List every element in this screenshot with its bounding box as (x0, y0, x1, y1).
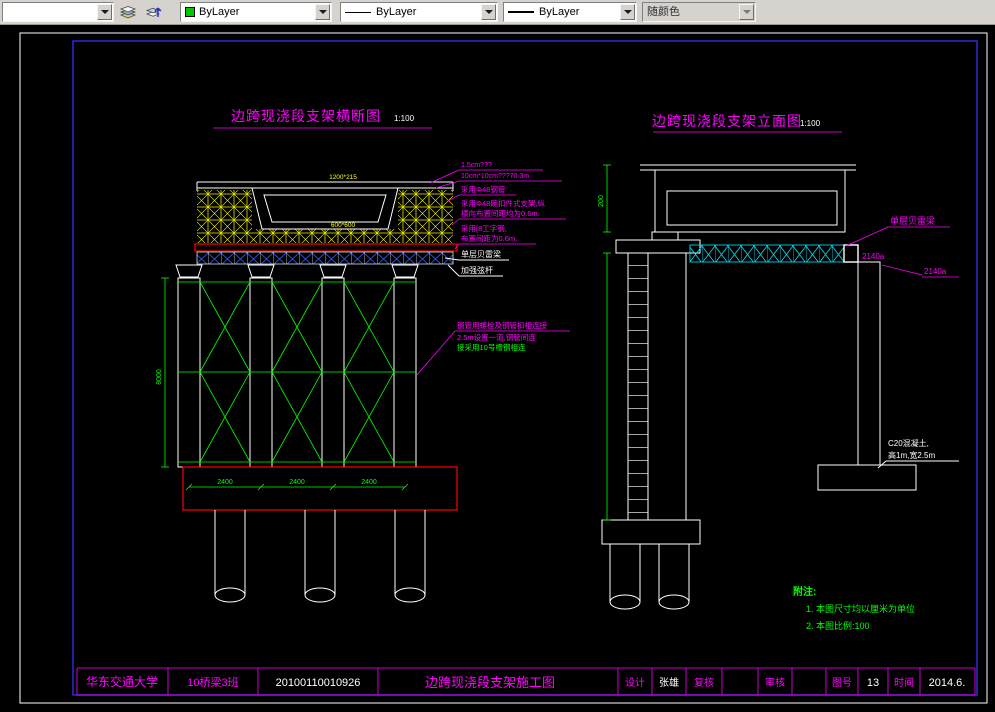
brace-annotation-line2: 2.5m设置一道,钢管间连 (457, 332, 536, 342)
elevation-title: 边跨现浇段支架立面图 1:100 (652, 113, 842, 133)
scaffolding-grid (197, 190, 453, 243)
steel-beam-label-a: 2140a (862, 252, 885, 261)
steel-beam-label-b: 2140a (924, 267, 947, 276)
color-combo-value: ByLayer (199, 6, 240, 18)
bailey-beam-row (196, 251, 454, 265)
linetype-combo-dropdown-arrow-icon[interactable] (481, 4, 496, 20)
elevation-drawing: 边跨现浇段支架立面图 1:100 2140a 2140a 单层贝雷梁 C20混凝… (598, 113, 959, 631)
designer-name-text: 张雄 (659, 676, 679, 689)
layer-previous-icon (145, 7, 162, 17)
elevation-dimensions: 200 (598, 164, 611, 521)
cross-section-title-text: 边跨现浇段支架横断图 (231, 108, 381, 124)
object-properties-toolbar: ByLayer ByLayer ByLayer 随颜色 (0, 0, 995, 25)
cross-section-title: 边跨现浇段支架横断图 1:100 (213, 108, 432, 129)
model-space-canvas[interactable]: 边跨现浇段支架横断图 1:100 1200*215 600*600 8000 2… (0, 25, 995, 712)
brace-annotation-line3: 接采用10号槽钢相连 (457, 342, 526, 352)
chord-annotation-text: 加强弦杆 (461, 265, 493, 275)
cross-section-drawing: 边跨现浇段支架横断图 1:100 1200*215 600*600 8000 2… (156, 108, 570, 603)
plank-annotation-text: 1.5cm??? (461, 162, 492, 169)
distribution-beam (194, 243, 458, 252)
ibeam-annotation-line2: 布置间距为0.6m. (461, 233, 517, 243)
notes-heading-text: 附注: (793, 585, 816, 598)
student-id-text: 20100110010926 (276, 677, 361, 689)
brace-annotation-line1: 钢管用螺栓及钢管扣相连接 (457, 320, 547, 330)
girder-height-dimension-text: 200 (598, 195, 605, 207)
bailey-end-block (843, 244, 859, 263)
scaffold-annotation-line2: 横向布置间距均为0.6m. (461, 208, 540, 218)
cad-application-window: ByLayer ByLayer ByLayer 随颜色 边跨现浇段支架横断图 1… (0, 0, 995, 712)
cross-bracing (178, 281, 416, 463)
drawing-notes: 附注: 1. 本图尺寸均以厘米为单位 2. 本图比例:100 (793, 585, 915, 631)
scaffold-annotation-line1: 采用Φ48碗扣件式支架,纵 (461, 198, 545, 208)
girder-elevation (640, 164, 856, 233)
sheet-number-text: 13 (867, 677, 879, 689)
layer-combo-dropdown-arrow-icon[interactable] (97, 4, 112, 20)
cross-section-scale-text: 1:100 (394, 114, 415, 123)
date-value-text: 2014.6. (929, 677, 966, 689)
notes-line1-text: 1. 本图尺寸均以厘米为单位 (806, 603, 915, 614)
height-dimension-text: 8000 (156, 369, 163, 385)
layers-icon (119, 6, 137, 19)
class-text: 10桥梁3班 (187, 675, 238, 689)
pile-cap: 2400 2400 2400 (182, 466, 458, 511)
university-text: 华东交通大学 (86, 674, 158, 689)
linetype-combo-value: ByLayer (376, 6, 417, 18)
steel-support-column: C20混凝土, 高1m,宽2.5m (817, 261, 959, 491)
span-dimension-text: 2400 (217, 479, 233, 486)
color-combo-dropdown-arrow-icon[interactable] (315, 4, 330, 20)
span-dimension-text: 2400 (289, 479, 305, 486)
current-color-swatch-icon (185, 7, 195, 17)
box-dimension-text: 600*600 (331, 222, 356, 229)
layer-combo[interactable] (2, 2, 114, 22)
bailey-annotation-text: 单层贝雷梁 (461, 249, 501, 259)
color-combo[interactable]: ByLayer (180, 2, 332, 22)
plotstyle-combo: 随颜色 (642, 2, 756, 22)
pier-foundation (601, 519, 701, 610)
elevation-scale-text: 1:100 (800, 119, 821, 128)
linetype-sample-icon (345, 11, 371, 13)
check-label-text: 复核 (694, 676, 714, 689)
footing-annotation-line1: C20混凝土, (888, 438, 929, 448)
span-dimension-text: 2400 (361, 479, 377, 486)
bored-piles (214, 510, 426, 603)
review-label-text: 审核 (765, 676, 785, 689)
bailey-label-text: 单层贝雷梁 (890, 215, 935, 226)
make-object-layer-current-button[interactable] (116, 1, 140, 23)
bridge-pier (627, 252, 687, 521)
plotstyle-combo-dropdown-arrow-icon (739, 4, 754, 20)
lineweight-combo-dropdown-arrow-icon[interactable] (620, 4, 635, 20)
layer-previous-button[interactable] (142, 1, 166, 23)
bearing-and-cap (615, 231, 701, 254)
cad-drawing[interactable]: 边跨现浇段支架横断图 1:100 1200*215 600*600 8000 2… (0, 25, 995, 712)
column-support-wedges (175, 264, 419, 278)
footing-annotation-line2: 高1m,宽2.5m (888, 450, 935, 460)
title-block: 华东交通大学 10桥梁3班 20100110010926 边跨现浇段支架施工图 … (76, 667, 976, 696)
design-label-text: 设计 (625, 676, 645, 689)
lineweight-combo[interactable]: ByLayer (503, 2, 637, 22)
pipe-annotation-text: 采用Φ48钢管 (461, 184, 506, 194)
notes-line2-text: 2. 本图比例:100 (806, 620, 870, 631)
height-dimension: 8000 (156, 277, 169, 468)
deck-dimension-text: 1200*215 (329, 174, 357, 181)
ibeam-annotation-line1: 采用[8工字钢, (461, 223, 507, 233)
linetype-combo[interactable]: ByLayer (340, 2, 498, 22)
elevation-title-text: 边跨现浇段支架立面图 (652, 113, 802, 129)
timber-annotation-text: 10cm*10cm???70.3m (461, 173, 529, 180)
lineweight-sample-icon (508, 11, 534, 13)
sheet-label-text: 图号 (832, 677, 852, 689)
drawing-title-text: 边跨现浇段支架施工图 (425, 675, 555, 690)
bailey-beam-elevation: 2140a 2140a 单层贝雷梁 (689, 215, 959, 278)
date-label-text: 时间 (894, 676, 914, 689)
